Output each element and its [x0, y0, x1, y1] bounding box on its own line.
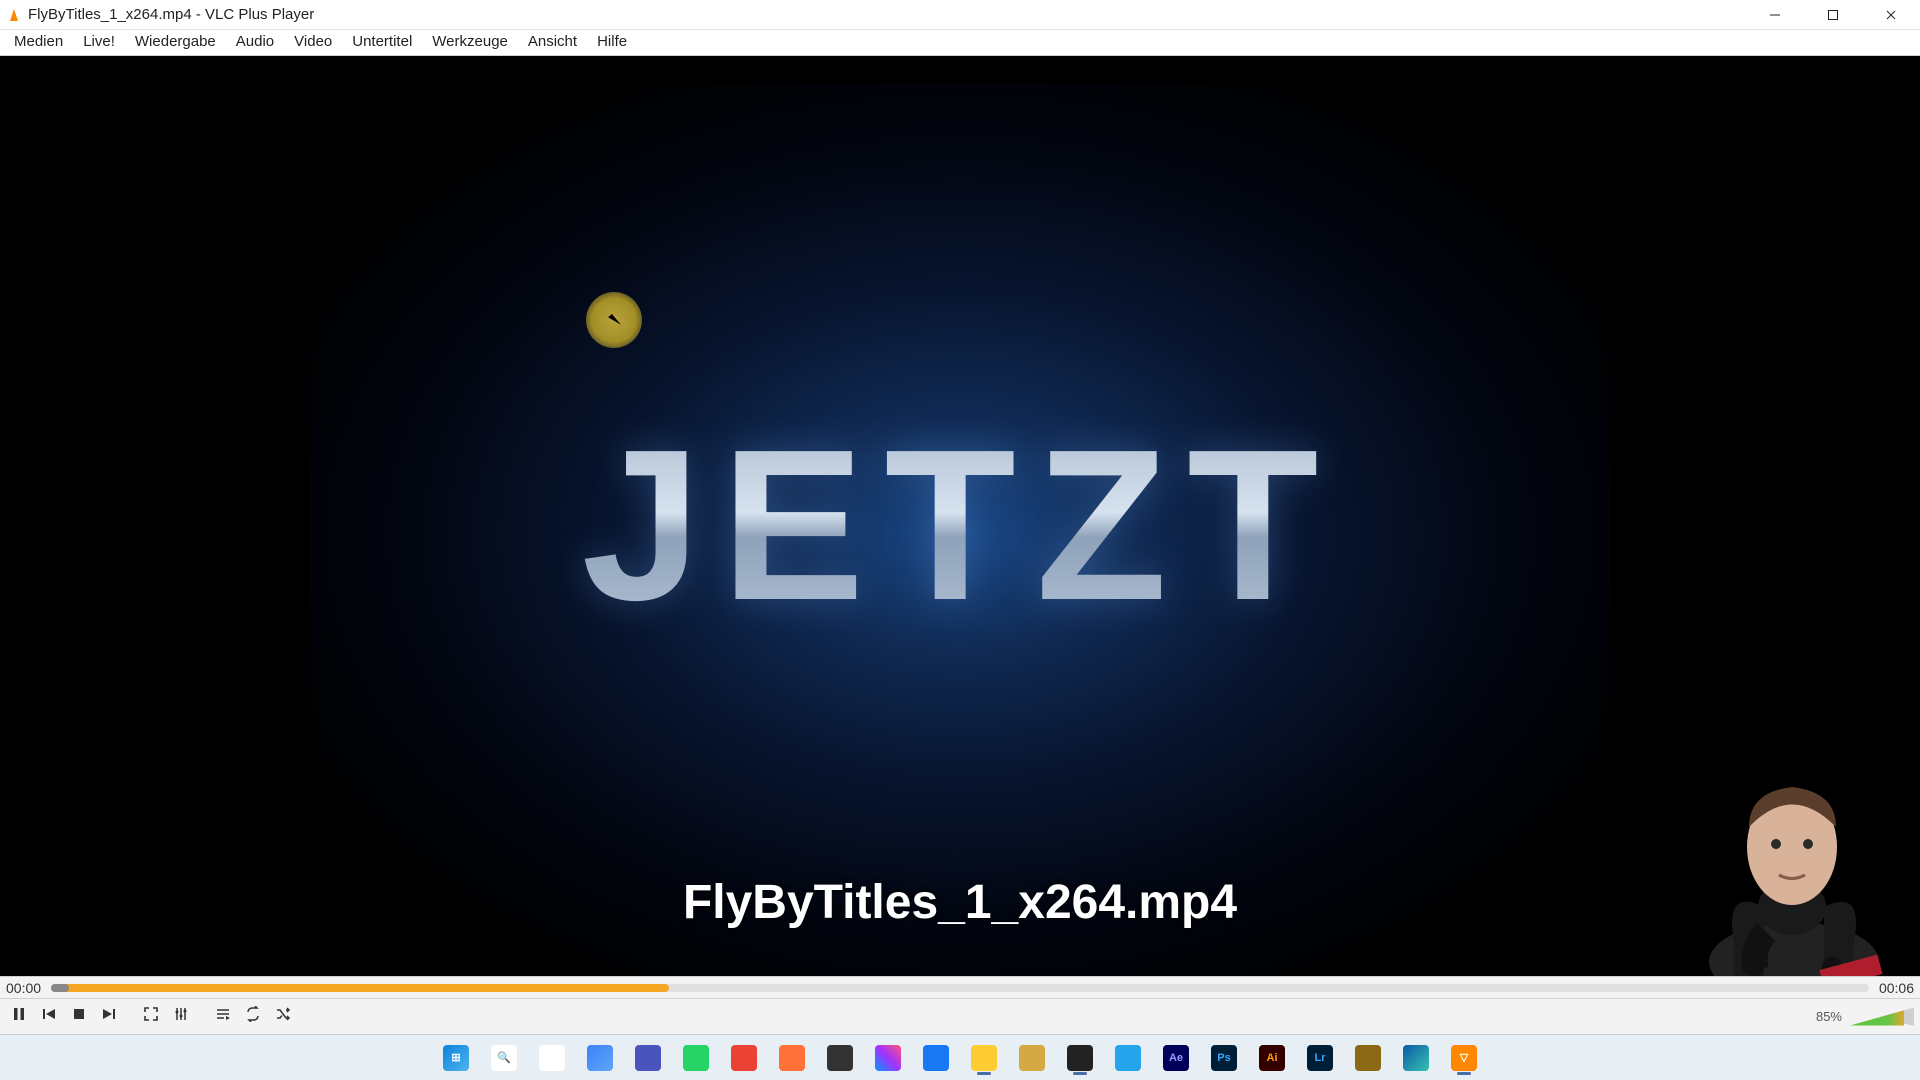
- pause-button[interactable]: [6, 1004, 32, 1030]
- illustrator-app-icon: Ai: [1259, 1045, 1285, 1071]
- illustrator-app[interactable]: Ai: [1254, 1040, 1290, 1076]
- gmail-app-icon: [731, 1045, 757, 1071]
- vlc-app-icon: ▽: [1451, 1045, 1477, 1071]
- skip-previous-icon: [41, 1006, 57, 1027]
- titlebar: FlyByTitles_1_x264.mp4 - VLC Plus Player: [0, 0, 1920, 30]
- current-time[interactable]: 00:00: [6, 980, 41, 996]
- loop-icon: [245, 1006, 261, 1027]
- shuffle-button[interactable]: [270, 1004, 296, 1030]
- whatsapp-app[interactable]: [678, 1040, 714, 1076]
- obs-app[interactable]: [1062, 1040, 1098, 1076]
- extended-settings-button[interactable]: [168, 1004, 194, 1030]
- playlist-icon: [215, 1006, 231, 1027]
- total-time[interactable]: 00:06: [1879, 980, 1914, 996]
- obs-app-icon: [1067, 1045, 1093, 1071]
- maximize-button[interactable]: [1804, 0, 1862, 30]
- menu-audio[interactable]: Audio: [226, 30, 284, 55]
- lightroom-app[interactable]: Lr: [1302, 1040, 1338, 1076]
- aftereffects-app[interactable]: Ae: [1158, 1040, 1194, 1076]
- teams-app-icon: [635, 1045, 661, 1071]
- edge-app-icon: [1403, 1045, 1429, 1071]
- facebook-app-icon: [923, 1045, 949, 1071]
- app2-icon: [1355, 1045, 1381, 1071]
- firefox-app[interactable]: [774, 1040, 810, 1076]
- cursor-highlight: [586, 292, 642, 348]
- pause-icon: [11, 1006, 27, 1027]
- teams-app[interactable]: [630, 1040, 666, 1076]
- video-area[interactable]: JETZT FlyByTitles_1_x264.mp4: [0, 56, 1920, 976]
- aftereffects-app-icon: Ae: [1163, 1045, 1189, 1071]
- messenger-app-icon: [875, 1045, 901, 1071]
- menu-medien[interactable]: Medien: [4, 30, 73, 55]
- close-button[interactable]: [1862, 0, 1920, 30]
- lightroom-app-icon: Lr: [1307, 1045, 1333, 1071]
- vscode-app[interactable]: [1110, 1040, 1146, 1076]
- seek-buffered: [51, 984, 669, 992]
- vlc-app-icon: [6, 7, 22, 23]
- whatsapp-app-icon: [683, 1045, 709, 1071]
- minimize-button[interactable]: [1746, 0, 1804, 30]
- taskview-button-icon: ▭: [539, 1045, 565, 1071]
- explorer-app-icon: [971, 1045, 997, 1071]
- app1[interactable]: [1014, 1040, 1050, 1076]
- equalizer-icon: [173, 1006, 189, 1027]
- seek-played: [51, 984, 69, 992]
- start-button-icon: ⊞: [443, 1045, 469, 1071]
- menu-hilfe[interactable]: Hilfe: [587, 30, 637, 55]
- menu-live[interactable]: Live!: [73, 30, 125, 55]
- menubar: Medien Live! Wiedergabe Audio Video Unte…: [0, 30, 1920, 56]
- window-title: FlyByTitles_1_x264.mp4 - VLC Plus Player: [28, 6, 314, 23]
- explorer-app[interactable]: [966, 1040, 1002, 1076]
- start-button[interactable]: ⊞: [438, 1040, 474, 1076]
- previous-button[interactable]: [36, 1004, 62, 1030]
- vlc-app[interactable]: ▽: [1446, 1040, 1482, 1076]
- menu-ansicht[interactable]: Ansicht: [518, 30, 587, 55]
- taskview-button[interactable]: ▭: [534, 1040, 570, 1076]
- fullscreen-icon: [143, 1006, 159, 1027]
- fullscreen-button[interactable]: [138, 1004, 164, 1030]
- skip-next-icon: [101, 1006, 117, 1027]
- discord-app[interactable]: [822, 1040, 858, 1076]
- app1-icon: [1019, 1045, 1045, 1071]
- firefox-app-icon: [779, 1045, 805, 1071]
- seek-row: 00:00 00:06: [0, 976, 1920, 998]
- vscode-app-icon: [1115, 1045, 1141, 1071]
- photoshop-app[interactable]: Ps: [1206, 1040, 1242, 1076]
- stop-icon: [71, 1006, 87, 1027]
- menu-werkzeuge[interactable]: Werkzeuge: [422, 30, 518, 55]
- menu-video[interactable]: Video: [284, 30, 342, 55]
- volume-slider[interactable]: [1850, 1008, 1914, 1026]
- shuffle-icon: [275, 1006, 291, 1027]
- seek-bar[interactable]: [51, 984, 1869, 992]
- video-main-text: JETZT: [582, 401, 1339, 649]
- menu-wiedergabe[interactable]: Wiedergabe: [125, 30, 226, 55]
- next-button[interactable]: [96, 1004, 122, 1030]
- volume-fill: [1850, 1008, 1904, 1026]
- app2[interactable]: [1350, 1040, 1386, 1076]
- facebook-app[interactable]: [918, 1040, 954, 1076]
- osd-filename: FlyByTitles_1_x264.mp4: [683, 875, 1237, 930]
- taskbar: ⊞ 🔍 ▭ Ae Ps Ai Lr ▽: [0, 1034, 1920, 1080]
- playlist-button[interactable]: [210, 1004, 236, 1030]
- widgets-button-icon: [587, 1045, 613, 1071]
- menu-untertitel[interactable]: Untertitel: [342, 30, 422, 55]
- controls-row: 85%: [0, 998, 1920, 1034]
- loop-button[interactable]: [240, 1004, 266, 1030]
- stop-button[interactable]: [66, 1004, 92, 1030]
- edge-app[interactable]: [1398, 1040, 1434, 1076]
- photoshop-app-icon: Ps: [1211, 1045, 1237, 1071]
- discord-app-icon: [827, 1045, 853, 1071]
- gmail-app[interactable]: [726, 1040, 762, 1076]
- search-button[interactable]: 🔍: [486, 1040, 522, 1076]
- volume-label: 85%: [1816, 1009, 1842, 1024]
- webcam-overlay: [1664, 732, 1914, 976]
- widgets-button[interactable]: [582, 1040, 618, 1076]
- messenger-app[interactable]: [870, 1040, 906, 1076]
- search-button-icon: 🔍: [491, 1045, 517, 1071]
